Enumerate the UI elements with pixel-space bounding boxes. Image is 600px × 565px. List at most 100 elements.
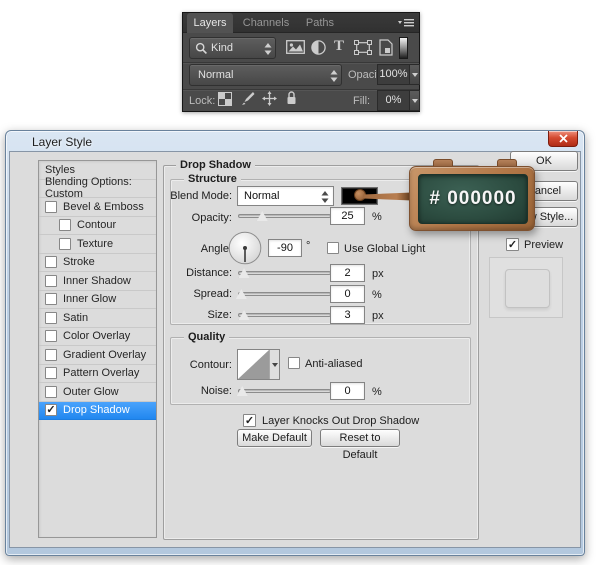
size-slider[interactable] bbox=[238, 313, 331, 317]
preview-checkbox[interactable] bbox=[506, 238, 519, 251]
size-unit: px bbox=[372, 310, 384, 322]
angle-unit: ° bbox=[306, 240, 310, 252]
filter-toggle-icon[interactable] bbox=[399, 37, 408, 59]
size-label: Size: bbox=[138, 309, 232, 321]
lock-pixels-brush-icon[interactable] bbox=[240, 91, 255, 109]
reset-to-default-button[interactable]: Reset to Default bbox=[320, 429, 400, 447]
kind-filter-label: Kind bbox=[211, 42, 233, 54]
chevron-down-icon bbox=[412, 99, 418, 103]
shadow-opacity-input[interactable]: 25 bbox=[330, 207, 365, 225]
updown-arrows-icon bbox=[330, 70, 338, 85]
structure-legend: Structure bbox=[184, 173, 241, 185]
spread-unit: % bbox=[372, 289, 382, 301]
contour-dropdown-button[interactable] bbox=[269, 350, 279, 379]
checkbox[interactable] bbox=[45, 404, 57, 416]
anti-aliased-label: Anti-aliased bbox=[305, 358, 362, 370]
distance-slider[interactable] bbox=[238, 271, 331, 275]
make-default-button[interactable]: Make Default bbox=[237, 429, 312, 447]
checkbox[interactable] bbox=[59, 238, 71, 250]
checkbox[interactable] bbox=[45, 367, 57, 379]
layer-knocks-out-checkbox[interactable] bbox=[243, 414, 256, 427]
opacity-slider[interactable] bbox=[238, 214, 331, 218]
search-icon bbox=[195, 42, 208, 58]
angle-dial[interactable] bbox=[228, 231, 262, 268]
lock-transparency-icon[interactable] bbox=[218, 92, 232, 109]
noise-slider[interactable] bbox=[238, 389, 331, 393]
preview-shape bbox=[505, 269, 550, 308]
tab-paths[interactable]: Paths bbox=[299, 13, 341, 33]
tab-channels[interactable]: Channels bbox=[237, 13, 295, 33]
kind-filter-dropdown[interactable]: Kind bbox=[189, 37, 276, 59]
filter-smart-objects-icon[interactable] bbox=[379, 39, 393, 59]
noise-unit: % bbox=[372, 386, 382, 398]
chevron-down-icon bbox=[412, 73, 418, 77]
filter-adjustment-layers-icon[interactable] bbox=[311, 40, 326, 58]
fill-dropdown-button[interactable] bbox=[410, 90, 420, 111]
blend-mode-value: Normal bbox=[198, 69, 233, 81]
chevron-down-icon bbox=[272, 363, 278, 367]
layers-panel: Layers Channels Paths Kind T bbox=[182, 12, 420, 112]
spread-label: Spread: bbox=[138, 288, 232, 300]
checkbox[interactable] bbox=[45, 349, 57, 361]
checkbox[interactable] bbox=[45, 312, 57, 324]
sidebar-item-drop-shadow[interactable]: Drop Shadow bbox=[39, 402, 156, 421]
updown-arrows-icon bbox=[321, 191, 329, 206]
color-tag-board: # 000000 bbox=[418, 174, 528, 224]
use-global-light-checkbox[interactable] bbox=[327, 242, 339, 254]
distance-label: Distance: bbox=[138, 267, 232, 279]
lock-position-move-icon[interactable] bbox=[262, 91, 277, 109]
panel-title: Drop Shadow bbox=[176, 159, 255, 171]
contour-thumbnail bbox=[238, 350, 269, 382]
distance-input[interactable]: 2 bbox=[330, 264, 365, 282]
updown-arrows-icon bbox=[264, 43, 272, 58]
filter-shape-layers-icon[interactable] bbox=[354, 40, 372, 58]
angle-label: Angle: bbox=[138, 243, 232, 255]
fill-value[interactable]: 0% bbox=[377, 90, 410, 111]
opacity-unit: % bbox=[372, 211, 382, 223]
size-input[interactable]: 3 bbox=[330, 306, 365, 324]
panel-tab-bar: Layers Channels Paths bbox=[183, 13, 419, 33]
style-preview-thumbnail bbox=[489, 257, 563, 318]
sidebar-item-color-overlay[interactable]: Color Overlay bbox=[39, 328, 156, 347]
distance-unit: px bbox=[372, 268, 384, 280]
quality-legend: Quality bbox=[184, 331, 229, 343]
layer-knocks-out-label: Layer Knocks Out Drop Shadow bbox=[262, 415, 419, 427]
panel-menu-icon[interactable] bbox=[397, 17, 415, 32]
blend-mode-label: Blend Mode: bbox=[138, 190, 232, 202]
contour-label: Contour: bbox=[138, 359, 232, 371]
checkbox[interactable] bbox=[45, 201, 57, 213]
opacity-value[interactable]: 100% bbox=[377, 64, 410, 85]
color-tag: # 000000 bbox=[409, 166, 535, 231]
filter-type-layers-icon[interactable]: T bbox=[334, 38, 344, 55]
divider bbox=[183, 62, 419, 63]
opacity-dropdown-button[interactable] bbox=[410, 64, 420, 85]
spread-slider[interactable] bbox=[238, 292, 331, 296]
preview-label: Preview bbox=[524, 239, 563, 251]
shadow-opacity-label: Opacity: bbox=[138, 212, 232, 224]
checkbox[interactable] bbox=[45, 256, 57, 268]
tab-layers[interactable]: Layers bbox=[187, 13, 233, 33]
stage: Layers Channels Paths Kind T bbox=[0, 0, 600, 565]
layers-blend-mode-dropdown[interactable]: Normal bbox=[189, 64, 342, 86]
lock-all-icon[interactable] bbox=[286, 90, 297, 108]
spread-input[interactable]: 0 bbox=[330, 285, 365, 303]
dialog-title: Layer Style bbox=[32, 135, 92, 149]
noise-label: Noise: bbox=[138, 385, 232, 397]
use-global-light-label: Use Global Light bbox=[344, 243, 425, 255]
checkbox[interactable] bbox=[45, 386, 57, 398]
lock-label: Lock: bbox=[189, 95, 215, 107]
checkbox[interactable] bbox=[45, 330, 57, 342]
checkbox[interactable] bbox=[45, 275, 57, 287]
angle-input[interactable]: -90 bbox=[268, 239, 302, 257]
contour-picker[interactable] bbox=[237, 349, 280, 380]
anti-aliased-checkbox[interactable] bbox=[288, 357, 300, 369]
close-icon bbox=[559, 134, 568, 143]
checkbox[interactable] bbox=[59, 219, 71, 231]
close-button[interactable] bbox=[548, 131, 578, 147]
noise-input[interactable]: 0 bbox=[330, 382, 365, 400]
fill-label: Fill: bbox=[353, 95, 370, 107]
filter-pixel-layers-icon[interactable] bbox=[286, 39, 305, 58]
checkbox[interactable] bbox=[45, 293, 57, 305]
hex-color-value: # 000000 bbox=[429, 188, 516, 210]
shadow-blend-mode-dropdown[interactable]: Normal bbox=[237, 186, 334, 206]
